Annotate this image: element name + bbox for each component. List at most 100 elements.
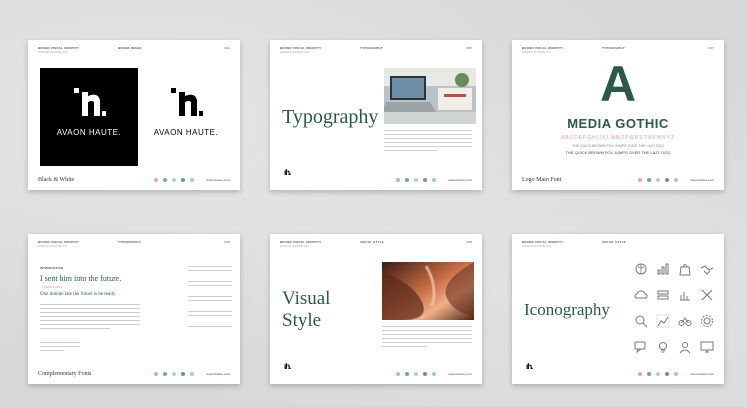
slide-header: BRAND VISUAL IDENTITY AVAON HAUTE CO. BR…	[38, 46, 230, 58]
slide-visual-style[interactable]: BRAND VISUAL IDENTITY AVAON HAUTE CO. VI…	[270, 234, 482, 384]
facebook-icon[interactable]	[665, 372, 669, 376]
instagram-icon[interactable]	[656, 178, 660, 182]
section-name: TYPOGRAPHY	[118, 240, 142, 244]
slide-black-and-white[interactable]: BRAND VISUAL IDENTITY AVAON HAUTE CO. BR…	[28, 40, 240, 190]
stack-icon	[652, 282, 674, 308]
alphabet-sample: ABCDEFGHIJKLMNOPQRSTUVWXYZ	[560, 135, 676, 141]
website-link[interactable]: avaonhaute.com	[690, 372, 714, 376]
footer-label: Logo Main Font	[522, 177, 562, 183]
bulb-icon	[652, 334, 674, 360]
logo-name-black: AVAON HAUTE.	[153, 128, 219, 137]
social-icons	[154, 372, 194, 376]
footer-label: Complementary Fonts	[38, 371, 92, 377]
chat-icon	[630, 334, 652, 360]
brand-sub: AVAON HAUTE CO.	[280, 50, 311, 54]
pinterest-icon[interactable]	[190, 372, 194, 376]
social-icons	[638, 372, 678, 376]
body-text-lines	[40, 304, 140, 332]
section-name: BRAND IMAGE	[118, 46, 142, 50]
pinterest-icon[interactable]	[190, 178, 194, 182]
facebook-icon[interactable]	[665, 178, 669, 182]
brand-sub: AVAON HAUTE CO.	[280, 244, 311, 248]
slide-footer: Logo Main Font avaonhaute.com	[522, 174, 714, 184]
section-name: TYPOGRAPHY	[602, 46, 626, 50]
social-icons	[396, 372, 436, 376]
dribbble-icon[interactable]	[154, 178, 158, 182]
logo-name-white: AVAON HAUTE.	[56, 128, 122, 137]
intro-label: INTRODUCTION	[40, 266, 63, 270]
caption-lines	[40, 342, 80, 354]
canyon-photo	[382, 262, 474, 320]
logo-mark-icon	[171, 88, 203, 116]
pinterest-icon[interactable]	[432, 178, 436, 182]
slide-title: Typography	[282, 106, 379, 128]
slide-footer: avaonhaute.com	[280, 174, 472, 184]
website-link[interactable]: avaonhaute.com	[448, 178, 472, 182]
instagram-icon[interactable]	[414, 178, 418, 182]
twitter-icon[interactable]	[647, 372, 651, 376]
chart-icon	[652, 256, 674, 282]
twitter-icon[interactable]	[163, 178, 167, 182]
dribbble-icon[interactable]	[154, 372, 158, 376]
social-icons	[396, 178, 436, 182]
slide-iconography[interactable]: BRAND VISUAL IDENTITY AVAON HAUTE CO. VI…	[512, 234, 724, 384]
slide-logo-main-font[interactable]: BRAND VISUAL IDENTITY AVAON HAUTE CO. TY…	[512, 40, 724, 190]
handshake-icon	[696, 256, 718, 282]
slide-title-line-1: Visual	[282, 288, 331, 309]
brain-icon	[630, 256, 652, 282]
slide-complementary-fonts[interactable]: BRAND VISUAL IDENTITY AVAON HAUTE CO. TY…	[28, 234, 240, 384]
slide-title-line-2: Style	[282, 310, 322, 331]
pangram-line-1: THE QUICK BROWN FOX JUMPS OVER THE LAZY …	[572, 144, 664, 148]
bar-chart-icon	[674, 282, 696, 308]
dribbble-icon[interactable]	[638, 178, 642, 182]
page-number: 008	[466, 240, 472, 244]
monitor-icon	[696, 334, 718, 360]
page-number: 004	[224, 46, 230, 50]
website-link[interactable]: avaonhaute.com	[206, 372, 230, 376]
website-link[interactable]: avaonhaute.com	[206, 178, 230, 182]
slide-footer: Black & White avaonhaute.com	[38, 174, 230, 184]
footer-label: Black & White	[38, 177, 75, 183]
logo-white-box: AVAON HAUTE.	[142, 68, 230, 166]
twitter-icon[interactable]	[647, 178, 651, 182]
social-icons	[638, 178, 678, 182]
slide-footer: avaonhaute.com	[522, 368, 714, 378]
slide-typography[interactable]: BRAND VISUAL IDENTITY AVAON HAUTE CO. TY…	[270, 40, 482, 190]
section-name: VISUAL STYLE	[602, 240, 626, 244]
slide-header: BRAND VISUAL IDENTITY AVAON HAUTE CO. TY…	[38, 240, 230, 252]
facebook-icon[interactable]	[423, 178, 427, 182]
pink-accent-line: Quote Author	[42, 285, 63, 289]
dribbble-icon[interactable]	[396, 372, 400, 376]
pinterest-icon[interactable]	[432, 372, 436, 376]
instagram-icon[interactable]	[172, 372, 176, 376]
page-number: 008	[224, 240, 230, 244]
twitter-icon[interactable]	[405, 178, 409, 182]
facebook-icon[interactable]	[181, 372, 185, 376]
page-number: 007	[708, 46, 714, 50]
twitter-icon[interactable]	[163, 372, 167, 376]
facebook-icon[interactable]	[423, 372, 427, 376]
slide-header: BRAND VISUAL IDENTITY AVAON HAUTE CO. TY…	[280, 46, 472, 58]
pinterest-icon[interactable]	[674, 372, 678, 376]
instagram-icon[interactable]	[414, 372, 418, 376]
instagram-icon[interactable]	[656, 372, 660, 376]
website-link[interactable]: avaonhaute.com	[448, 372, 472, 376]
dribbble-icon[interactable]	[638, 372, 642, 376]
tools-icon	[696, 282, 718, 308]
logo-mark-icon	[74, 88, 106, 116]
slide-footer: Complementary Fonts avaonhaute.com	[38, 368, 230, 378]
search-icon	[630, 308, 652, 334]
website-link[interactable]: avaonhaute.com	[690, 178, 714, 182]
section-name: VISUAL STYLE	[360, 240, 384, 244]
instagram-icon[interactable]	[172, 178, 176, 182]
bag-icon	[674, 256, 696, 282]
facebook-icon[interactable]	[181, 178, 185, 182]
brand-sub: AVAON HAUTE CO.	[522, 244, 553, 248]
twitter-icon[interactable]	[405, 372, 409, 376]
dribbble-icon[interactable]	[396, 178, 400, 182]
font-name: MEDIA GOTHIC	[567, 116, 669, 131]
pinterest-icon[interactable]	[674, 178, 678, 182]
social-icons	[154, 178, 194, 182]
icon-grid	[630, 256, 718, 362]
logo-black-box: AVAON HAUTE.	[40, 68, 138, 166]
